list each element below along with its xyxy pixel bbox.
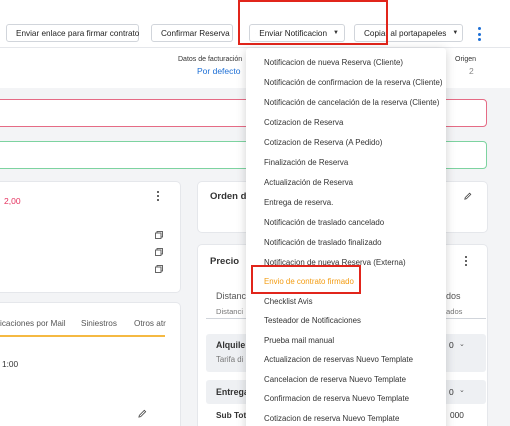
chevron-down-icon[interactable]: ⌄ <box>459 340 465 348</box>
menu-item[interactable]: Prueba mail manual <box>264 336 334 345</box>
menu-item[interactable]: Notificación de cancelación de la reserv… <box>264 98 439 107</box>
left-summary-card <box>0 182 180 292</box>
chevron-down-icon[interactable]: ⌄ <box>459 386 465 394</box>
distance-label: Distanc <box>216 291 247 301</box>
tab-claims[interactable]: Siniestros <box>81 319 117 328</box>
menu-item[interactable]: Notificacion de nueva Reserva (Cliente) <box>264 58 403 67</box>
billing-value[interactable]: Por defecto <box>197 66 240 76</box>
send-notification-label: Enviar Notificacion <box>259 28 328 38</box>
menu-item[interactable]: Checklist Avis <box>264 297 313 306</box>
send-notification-dropdown[interactable]: Enviar Notificacion ▼ <box>249 24 345 42</box>
menu-item[interactable]: Cotizacion de reserva Nuevo Template <box>264 414 399 423</box>
rental-label: Alquiler <box>216 340 249 350</box>
menu-item[interactable]: Entrega de reserva. <box>264 198 333 207</box>
menu-item[interactable]: Notificación de traslado finalizado <box>264 238 382 247</box>
active-tab-indicator <box>0 335 165 337</box>
copy-icon[interactable] <box>155 265 163 273</box>
card-menu-icon[interactable] <box>157 191 160 201</box>
amount-value: 2,00 <box>4 196 21 206</box>
menu-item[interactable]: Cancelacion de reserva Nuevo Template <box>264 375 406 384</box>
confirm-reservation-label: Confirmar Reserva <box>161 28 230 38</box>
send-signing-link-label: Enviar enlace para firmar contrato <box>16 28 140 38</box>
edit-pencil-icon[interactable] <box>138 409 147 418</box>
copy-clipboard-dropdown[interactable]: Copiar al portapapeles ▼ <box>354 24 463 42</box>
distance-right-label: dos <box>446 291 461 301</box>
menu-item[interactable]: Cotizacion de Reserva <box>264 118 343 127</box>
menu-item[interactable]: Notificación de traslado cancelado <box>264 218 384 227</box>
menu-item[interactable]: Cotizacion de Reserva (A Pedido) <box>264 138 382 147</box>
menu-item[interactable]: Notificación de confirmacion de la reser… <box>264 78 443 87</box>
notification-dropdown-menu: Notificacion de nueva Reserva (Cliente) N… <box>246 48 446 426</box>
price-title: Precio <box>210 256 240 267</box>
menu-item[interactable]: Notificacion de nueva Reserva (Externa) <box>264 258 406 267</box>
price-menu-icon[interactable] <box>465 256 468 266</box>
menu-item[interactable]: Confirmacion de reserva Nuevo Template <box>264 394 409 403</box>
subtotal-value: 000 <box>450 410 464 420</box>
menu-item[interactable]: Actualización de Reserva <box>264 178 353 187</box>
tab-other[interactable]: Otros atr <box>134 319 166 328</box>
distance-sublabel: Distanci <box>216 307 244 316</box>
caret-down-icon: ▼ <box>333 30 339 36</box>
billing-label: Datos de facturación <box>178 56 243 63</box>
confirm-reservation-button[interactable]: Confirmar Reserva <box>151 24 233 42</box>
rate-label: Tarifa di <box>216 355 244 364</box>
copy-clipboard-label: Copiar al portapapeles <box>364 28 447 38</box>
distance-right-sublabel: ados <box>446 307 463 316</box>
copy-icon[interactable] <box>155 248 163 256</box>
menu-item[interactable]: Actualizacion de reservas Nuevo Template <box>264 355 413 364</box>
send-signing-link-button[interactable]: Enviar enlace para firmar contrato <box>6 24 139 42</box>
origin-label: Origen <box>455 56 477 63</box>
tab-mail-notifications[interactable]: icaciones por Mail <box>0 319 66 328</box>
delivery-label: Entrega <box>216 387 249 397</box>
menu-item[interactable]: Finalización de Reserva <box>264 158 348 167</box>
edit-pencil-icon[interactable] <box>464 192 472 200</box>
more-options-icon[interactable] <box>476 27 482 41</box>
menu-item[interactable]: Envio de contrato firmado <box>264 277 354 286</box>
origin-value: 2 <box>469 66 474 76</box>
rental-value: 0 <box>449 340 454 350</box>
delivery-value: 0 <box>449 387 454 397</box>
copy-icon[interactable] <box>155 231 163 239</box>
menu-item[interactable]: Testeador de Notificaciones <box>264 316 361 325</box>
time-value: 1:00 <box>2 359 19 369</box>
caret-down-icon: ▼ <box>452 30 459 36</box>
